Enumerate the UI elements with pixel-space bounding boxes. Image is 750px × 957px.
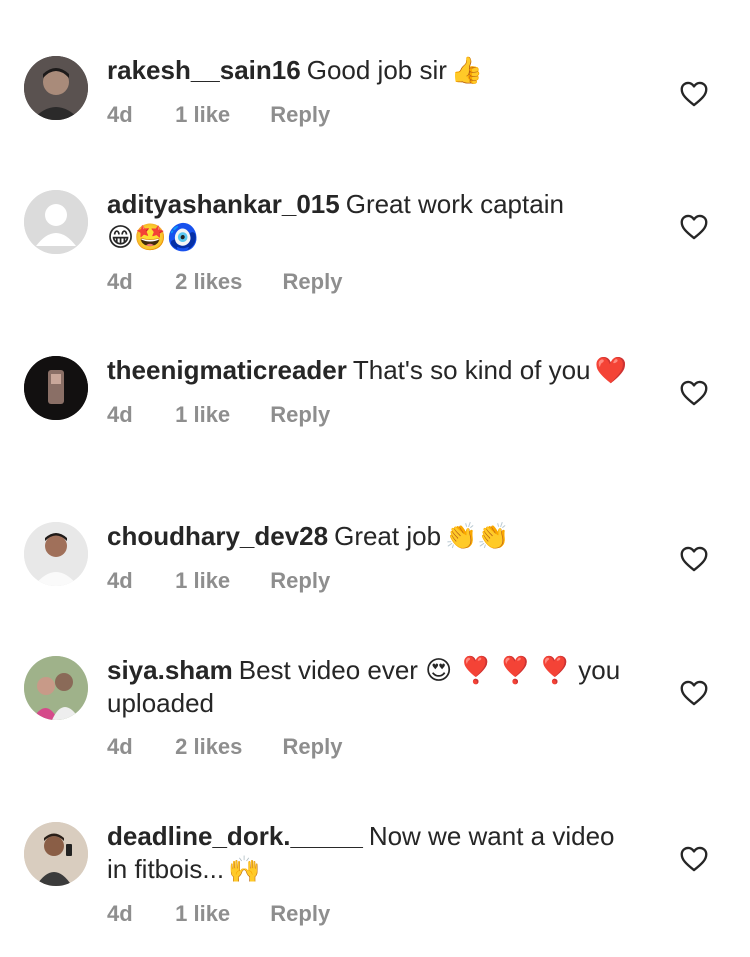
comment-item: rakesh__sain16 Good job sir 👍 4d 1 like Re… xyxy=(0,54,750,174)
comment-meta: 4d 1 like Reply xyxy=(107,402,637,428)
user-photo-icon xyxy=(24,656,88,720)
comment-item: theenigmaticreader That's so kind of you ❤… xyxy=(0,354,750,504)
heart-outline-icon[interactable] xyxy=(680,214,708,240)
comment-emoji: 😁🤩🧿 xyxy=(107,223,199,253)
avatar[interactable] xyxy=(24,656,88,720)
reply-button[interactable]: Reply xyxy=(270,901,330,927)
comment-text: deadline_dork._____ Now we want a video i… xyxy=(107,820,637,887)
default-avatar-icon xyxy=(24,190,88,254)
comment-age: 4d xyxy=(107,402,133,427)
comment-username[interactable]: siya.sham xyxy=(107,655,233,685)
heart-outline-icon[interactable] xyxy=(680,546,708,572)
comment-meta: 4d 2 likes Reply xyxy=(107,734,637,760)
comment-text: siya.sham Best video ever 😍 ❣️ ❣️ ❣️ you … xyxy=(107,654,637,720)
comment-username[interactable]: rakesh__sain16 xyxy=(107,55,301,85)
heart-outline-icon[interactable] xyxy=(680,846,708,872)
comment-emoji: 🙌 xyxy=(228,855,261,885)
comment-message: Great work captain xyxy=(345,189,564,219)
comment-item: deadline_dork._____ Now we want a video i… xyxy=(0,820,750,957)
comment-likes[interactable]: 1 like xyxy=(175,568,230,594)
comment-meta: 4d 1 like Reply xyxy=(107,568,637,594)
comment-likes[interactable]: 2 likes xyxy=(175,269,242,295)
comment-likes[interactable]: 1 like xyxy=(175,402,230,428)
comment-item: siya.sham Best video ever 😍 ❣️ ❣️ ❣️ you … xyxy=(0,654,750,804)
comment-text: rakesh__sain16 Good job sir 👍 xyxy=(107,54,637,88)
comment-emoji: 👍 xyxy=(450,56,484,86)
comment-username[interactable]: adityashankar_015 xyxy=(107,189,340,219)
comment-meta: 4d 1 like Reply xyxy=(107,901,637,927)
user-photo-icon xyxy=(24,56,88,120)
comment-emoji: 👏👏 xyxy=(445,522,510,552)
comment-item: adityashankar_015 Great work captain 😁🤩🧿 4… xyxy=(0,188,750,338)
heart-outline-icon[interactable] xyxy=(680,680,708,706)
avatar[interactable] xyxy=(24,822,88,886)
comment-text: theenigmaticreader That's so kind of you ❤… xyxy=(107,354,637,388)
comment-likes[interactable]: 1 like xyxy=(175,102,230,128)
comment-meta: 4d 2 likes Reply xyxy=(107,269,637,295)
reply-button[interactable]: Reply xyxy=(283,734,343,760)
user-photo-icon xyxy=(24,822,88,886)
comment-meta: 4d 1 like Reply xyxy=(107,102,637,128)
comment-username[interactable]: choudhary_dev28 xyxy=(107,521,328,551)
comment-age: 4d xyxy=(107,901,133,926)
avatar[interactable] xyxy=(24,56,88,120)
comment-item: choudhary_dev28 Great job 👏👏 4d 1 like Rep… xyxy=(0,520,750,640)
heart-outline-icon[interactable] xyxy=(680,81,708,107)
avatar[interactable] xyxy=(24,356,88,420)
comment-age: 4d xyxy=(107,269,133,294)
avatar[interactable] xyxy=(24,190,88,254)
comment-username[interactable]: theenigmaticreader xyxy=(107,355,347,385)
user-photo-icon xyxy=(24,356,88,420)
comment-likes[interactable]: 1 like xyxy=(175,901,230,927)
reply-button[interactable]: Reply xyxy=(283,269,343,295)
user-photo-icon xyxy=(24,522,88,586)
comment-age: 4d xyxy=(107,734,133,759)
comment-age: 4d xyxy=(107,568,133,593)
comment-text: adityashankar_015 Great work captain 😁🤩🧿 xyxy=(107,188,637,255)
reply-button[interactable]: Reply xyxy=(270,402,330,428)
comment-emoji: ❤️ xyxy=(594,356,627,386)
comment-text: choudhary_dev28 Great job 👏👏 xyxy=(107,520,637,554)
heart-outline-icon[interactable] xyxy=(680,380,708,406)
comment-username[interactable]: deadline_dork._____ xyxy=(107,821,363,851)
comment-message: That's so kind of you xyxy=(352,355,591,385)
comment-likes[interactable]: 2 likes xyxy=(175,734,242,760)
avatar[interactable] xyxy=(24,522,88,586)
comment-age: 4d xyxy=(107,102,133,127)
reply-button[interactable]: Reply xyxy=(270,102,330,128)
comment-message: Great job xyxy=(334,521,442,551)
reply-button[interactable]: Reply xyxy=(270,568,330,594)
comment-message: Good job sir xyxy=(306,55,447,85)
